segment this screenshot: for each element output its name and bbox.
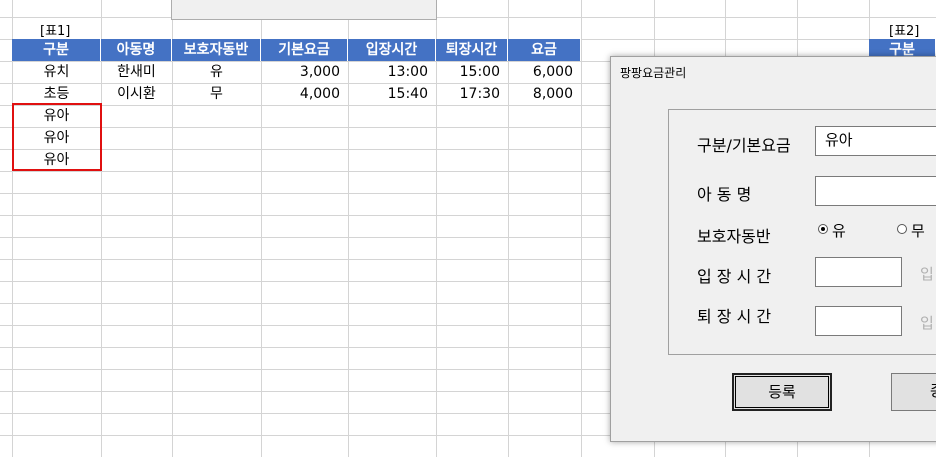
header-base-fee: 기본요금 [261,39,348,61]
guardian-label: 보호자동반 [697,227,771,246]
header-category: 구분 [12,39,101,61]
entry-time-label: 입 장 시 간 [697,267,772,286]
table-cell[interactable]: 유치 [12,61,101,83]
table-cell[interactable]: 3,000 [261,61,348,83]
table-cell[interactable]: 15:00 [436,61,508,83]
exit-time-label: 퇴 장 시 간 [697,307,772,326]
header-exit-time: 퇴장시간 [436,39,508,61]
category-combobox[interactable]: 유아 [815,126,936,156]
table-cell[interactable]: 15:40 [348,83,436,105]
category-label: 구분/기본요금 [697,136,791,155]
header-child-name: 아동명 [101,39,172,61]
radio-no-label: 무 [911,222,925,240]
table-cell[interactable]: 초등 [12,83,101,105]
close-button[interactable]: 종 [891,373,936,411]
table2-label: [표2] [889,24,920,39]
table-cell[interactable]: 17:30 [436,83,508,105]
table-cell[interactable]: 8,000 [508,83,581,105]
sheet-macro-button[interactable] [171,0,437,20]
table-cell[interactable]: 무 [172,83,261,105]
table-cell[interactable]: 이시환 [101,83,172,105]
table1-label: [표1] [40,24,71,39]
table-cell[interactable]: 6,000 [508,61,581,83]
exit-time-input[interactable] [815,306,902,336]
radio-guardian-yes[interactable]: 유 [818,220,846,241]
child-name-input[interactable] [815,176,936,206]
selection-highlight-box [12,103,102,171]
radio-guardian-no[interactable]: 무 [897,220,925,241]
table-cell[interactable]: 한새미 [101,61,172,83]
entry-time-input[interactable] [815,257,902,287]
entry-hint: 입 [920,265,934,283]
dialog-title: 팡팡요금관리 [620,66,687,80]
fee-management-dialog: 팡팡요금관리 구분/기본요금 유아 아 동 명 보호자동반 유 무 입 장 시 … [610,56,936,442]
child-name-label: 아 동 명 [697,185,752,204]
radio-unselected-icon [897,224,907,234]
input-frame: 구분/기본요금 유아 아 동 명 보호자동반 유 무 입 장 시 간 입 퇴 장… [668,109,936,355]
table-cell[interactable]: 유 [172,61,261,83]
header-guardian: 보호자동반 [172,39,261,61]
table-cell[interactable]: 4,000 [261,83,348,105]
register-button[interactable]: 등록 [732,373,832,411]
radio-yes-label: 유 [832,222,846,240]
exit-hint: 입 [920,314,934,332]
header-entry-time: 입장시간 [348,39,436,61]
table-cell[interactable]: 13:00 [348,61,436,83]
header-fee: 요금 [508,39,581,61]
radio-selected-icon [818,224,828,234]
